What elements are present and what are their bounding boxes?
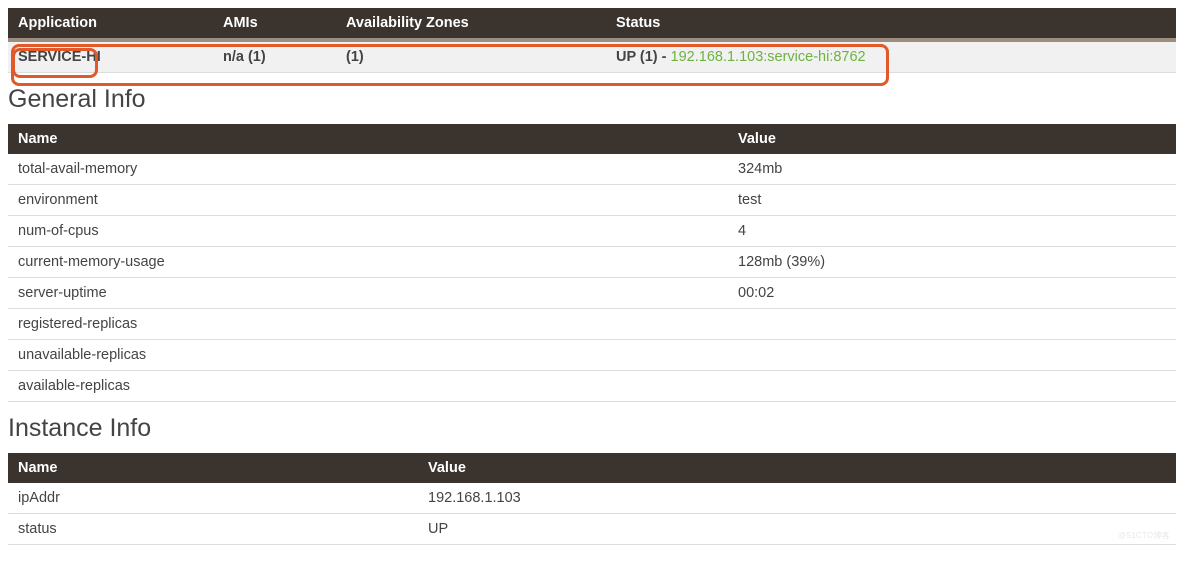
ii-value: UP xyxy=(418,514,1176,545)
gi-row: environmenttest xyxy=(8,185,1176,216)
gi-value: 128mb (39%) xyxy=(728,247,1176,278)
gi-row: total-avail-memory324mb xyxy=(8,154,1176,185)
general-info-table: Name Value total-avail-memory324mb envir… xyxy=(8,124,1176,402)
col-header-amis: AMIs xyxy=(213,8,336,40)
gi-name: environment xyxy=(8,185,728,216)
applications-row: SERVICE-HI n/a (1) (1) UP (1) - 192.168.… xyxy=(8,40,1176,73)
heading-instance-info: Instance Info xyxy=(8,414,1176,443)
cell-status-prefix: UP (1) - xyxy=(616,49,671,65)
gi-row: available-replicas xyxy=(8,371,1176,402)
ii-row: ipAddr192.168.1.103 xyxy=(8,483,1176,514)
gi-value: 00:02 xyxy=(728,278,1176,309)
ii-row: statusUP xyxy=(8,514,1176,545)
col-header-gi-value: Value xyxy=(728,124,1176,154)
heading-general-info: General Info xyxy=(8,85,1176,114)
gi-value xyxy=(728,340,1176,371)
ii-name: ipAddr xyxy=(8,483,418,514)
gi-value: 324mb xyxy=(728,154,1176,185)
gi-value: test xyxy=(728,185,1176,216)
gi-name: total-avail-memory xyxy=(8,154,728,185)
col-header-application: Application xyxy=(8,8,213,40)
cell-availability-zones: (1) xyxy=(346,49,364,65)
link-instance[interactable]: 192.168.1.103:service-hi:8762 xyxy=(671,49,866,65)
gi-row: registered-replicas xyxy=(8,309,1176,340)
col-header-ii-name: Name xyxy=(8,453,418,483)
cell-application: SERVICE-HI xyxy=(18,49,101,65)
gi-name: available-replicas xyxy=(8,371,728,402)
applications-table: Application AMIs Availability Zones Stat… xyxy=(8,8,1176,73)
gi-name: current-memory-usage xyxy=(8,247,728,278)
gi-row: unavailable-replicas xyxy=(8,340,1176,371)
gi-name: server-uptime xyxy=(8,278,728,309)
cell-amis: n/a (1) xyxy=(223,49,266,65)
gi-value xyxy=(728,309,1176,340)
instance-info-table: Name Value ipAddr192.168.1.103 statusUP xyxy=(8,453,1176,545)
ii-name: status xyxy=(8,514,418,545)
gi-row: num-of-cpus4 xyxy=(8,216,1176,247)
gi-row: current-memory-usage128mb (39%) xyxy=(8,247,1176,278)
gi-row: server-uptime00:02 xyxy=(8,278,1176,309)
col-header-gi-name: Name xyxy=(8,124,728,154)
ii-value: 192.168.1.103 xyxy=(418,483,1176,514)
gi-name: unavailable-replicas xyxy=(8,340,728,371)
watermark: @51CTO博客 xyxy=(1118,530,1170,541)
gi-name: registered-replicas xyxy=(8,309,728,340)
page-content: Application AMIs Availability Zones Stat… xyxy=(8,8,1176,545)
gi-value: 4 xyxy=(728,216,1176,247)
col-header-status: Status xyxy=(606,8,1176,40)
col-header-ii-value: Value xyxy=(418,453,1176,483)
gi-value xyxy=(728,371,1176,402)
gi-name: num-of-cpus xyxy=(8,216,728,247)
col-header-availability-zones: Availability Zones xyxy=(336,8,606,40)
